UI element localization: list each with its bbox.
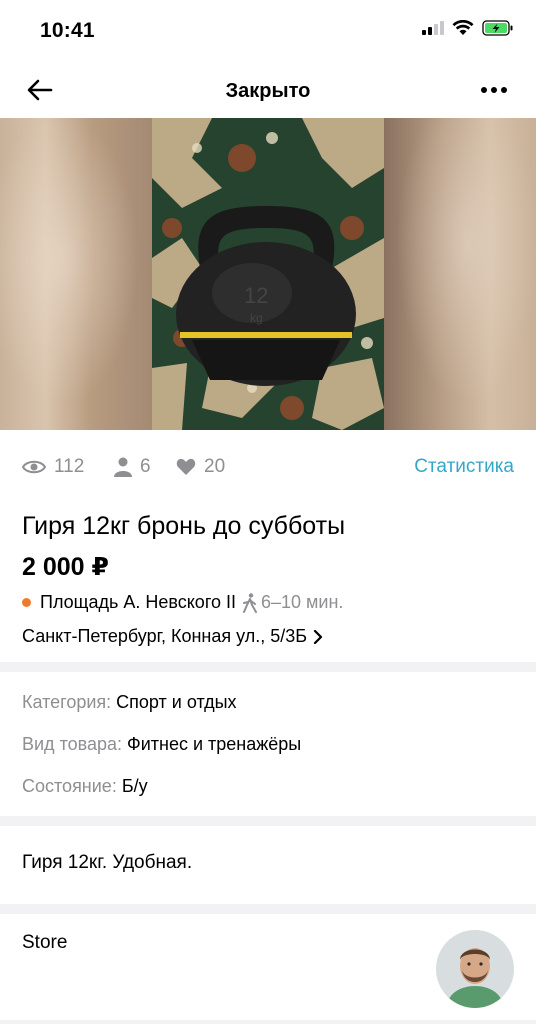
address-text: Санкт-Петербург, Конная ул., 5/3Б <box>22 626 308 646</box>
heart-icon <box>176 458 196 475</box>
param-value: Б/у <box>121 776 148 796</box>
more-icon-dot <box>481 87 487 93</box>
eye-icon <box>22 460 46 474</box>
kettlebell-image: 12 kg <box>152 118 384 430</box>
gallery-blur-right <box>384 118 536 430</box>
person-icon <box>114 457 132 477</box>
param-label: Состояние: <box>22 776 117 796</box>
address-link[interactable]: Санкт-Петербург, Конная ул., 5/3Б <box>22 626 323 647</box>
wifi-icon <box>452 20 474 35</box>
stats-row: 112 6 20 Статистика <box>0 430 536 502</box>
divider <box>0 1020 536 1024</box>
divider <box>0 816 536 826</box>
metro-station-name: Площадь А. Невского II <box>40 592 237 612</box>
kettlebell-photo[interactable]: 12 kg <box>152 118 384 430</box>
description-section: Гиря 12кг. Удобная. <box>0 826 536 904</box>
more-button[interactable] <box>474 74 514 106</box>
param-product-type: Вид товара: Фитнес и тренажёры <box>22 734 301 755</box>
views-count: 112 <box>54 456 85 477</box>
signal-icon <box>422 21 444 35</box>
photo-gallery[interactable]: 12 kg <box>0 118 536 430</box>
status-bar: 10:41 <box>0 0 536 62</box>
status-time: 10:41 <box>40 19 95 42</box>
param-value: Фитнес и тренажёры <box>127 734 302 754</box>
description-text: Гиря 12кг. Удобная. <box>22 852 193 873</box>
listing-title: Гиря 12кг бронь до субботы <box>22 512 346 540</box>
page-title: Закрыто <box>225 80 311 102</box>
walking-icon <box>243 592 258 613</box>
divider <box>0 662 536 672</box>
avatar[interactable] <box>436 930 514 1008</box>
chevron-right-icon <box>313 629 323 644</box>
battery-charging-icon <box>482 20 513 36</box>
param-category: Категория: Спорт и отдых <box>22 692 237 713</box>
params-section: Категория: Спорт и отдых Вид товара: Фит… <box>0 672 536 816</box>
svg-text:12: 12 <box>244 283 268 308</box>
gallery-blur-left <box>0 118 152 430</box>
divider <box>0 904 536 914</box>
metro-line-dot <box>22 598 31 607</box>
walk-time: 6–10 мин. <box>242 592 343 613</box>
svg-text:kg: kg <box>250 311 263 325</box>
contacts-count: 6 <box>140 456 151 477</box>
favorites-stat: 20 <box>176 456 225 478</box>
walk-time-text: 6–10 мин. <box>261 592 344 612</box>
param-label: Вид товара: <box>22 734 123 754</box>
listing-info: Гиря 12кг бронь до субботы 2 000 ₽ Площа… <box>0 502 536 662</box>
views-stat: 112 <box>22 456 84 478</box>
avatar-image <box>436 930 514 1008</box>
param-label: Категория: <box>22 692 112 712</box>
more-icon-dot <box>501 87 507 93</box>
param-value: Спорт и отдых <box>116 692 237 712</box>
nav-bar: Закрыто <box>0 62 536 118</box>
more-icon-dot <box>491 87 497 93</box>
seller-section[interactable]: Store <box>0 914 536 1024</box>
listing-price: 2 000 ₽ <box>22 553 109 581</box>
favorites-count: 20 <box>204 456 226 477</box>
metro-station: Площадь А. Невского II 6–10 мин. <box>22 592 343 613</box>
status-icons <box>422 20 514 36</box>
seller-name: Store <box>22 932 68 953</box>
contacts-stat: 6 <box>114 456 151 478</box>
statistics-link[interactable]: Статистика <box>414 456 514 478</box>
param-condition: Состояние: Б/у <box>22 776 148 797</box>
